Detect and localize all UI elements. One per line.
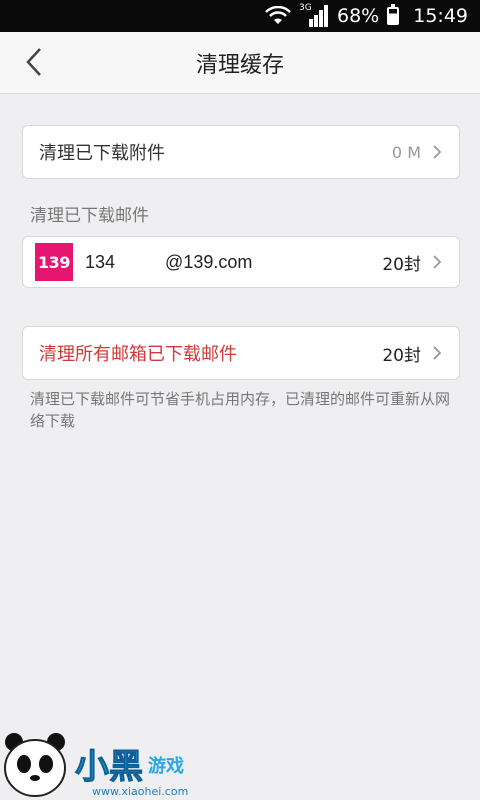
chevron-right-icon: [433, 145, 442, 159]
battery-icon: [387, 4, 400, 25]
info-note: 清理已下载邮件可节省手机占用内存，已清理的邮件可重新从网络下载: [30, 390, 451, 430]
header: 清理缓存: [0, 32, 480, 94]
mail-139-logo-icon: 139: [35, 243, 73, 281]
clock: 15:49: [413, 5, 468, 27]
svg-text:小黑: 小黑: [75, 747, 143, 787]
section-heading-downloaded-mail: 清理已下载邮件: [30, 206, 149, 226]
account-mail-count: 20封: [382, 254, 421, 275]
chevron-right-icon: [433, 346, 442, 360]
all-mail-count: 20封: [382, 345, 421, 366]
attachments-size: 0 M: [391, 142, 421, 162]
svg-text:游戏: 游戏: [148, 755, 184, 777]
mail-account-row[interactable]: 139 134 @139.com 20封: [22, 236, 460, 288]
clear-attachments-row[interactable]: 清理已下载附件 0 M: [22, 125, 460, 179]
account-email: 134 @139.com: [85, 251, 253, 272]
page-title: 清理缓存: [195, 52, 284, 78]
battery-percent: 68%: [337, 5, 380, 27]
back-button[interactable]: [16, 44, 52, 80]
clear-all-mailboxes-row[interactable]: 清理所有邮箱已下载邮件 20封: [22, 326, 460, 380]
watermark-logo: 小黑 游戏 www.xiaohei.com: [0, 720, 220, 800]
clear-attachments-label: 清理已下载附件: [39, 143, 165, 164]
svg-text:www.xiaohei.com: www.xiaohei.com: [92, 785, 188, 798]
status-bar: 3G 68% 15:49: [0, 0, 480, 32]
signal-icon: 3G: [299, 3, 329, 27]
clear-all-mailboxes-label: 清理所有邮箱已下载邮件: [39, 344, 237, 365]
chevron-left-icon: [26, 48, 41, 76]
wifi-icon: [265, 6, 291, 24]
chevron-right-icon: [433, 255, 442, 269]
network-type: 3G: [299, 3, 312, 13]
